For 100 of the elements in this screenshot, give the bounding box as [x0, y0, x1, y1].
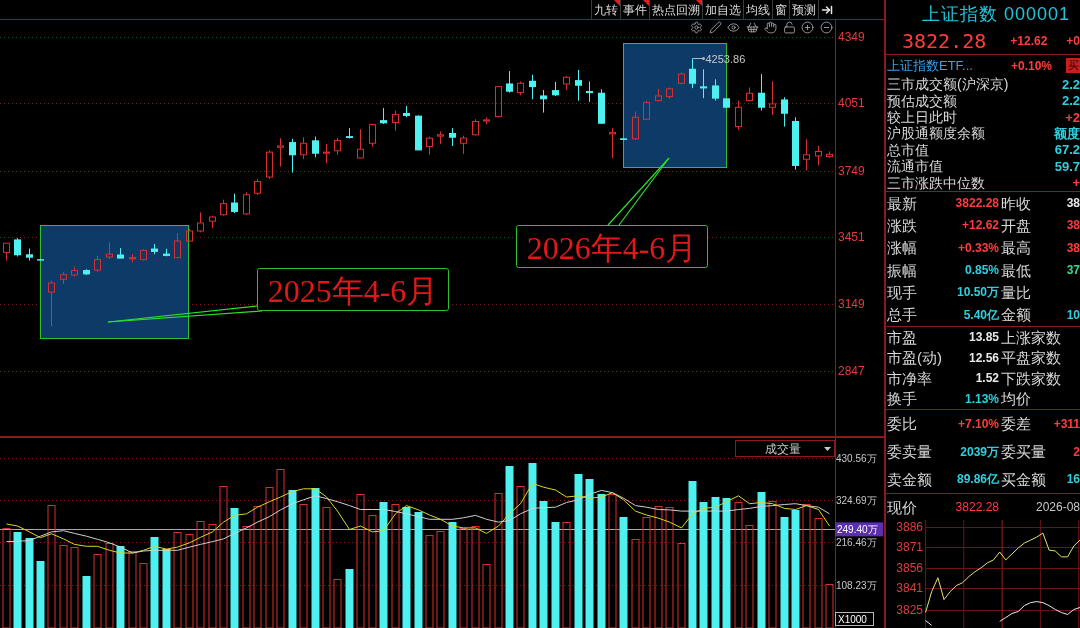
price-axis-label: 4051 [838, 96, 865, 111]
change-percent: +0 [1066, 34, 1080, 47]
candlestick [495, 85, 502, 118]
leader-line [607, 157, 670, 226]
quote-value: +12.62 [961, 219, 999, 232]
quote-value: 3822.28 [955, 197, 999, 210]
price-axis-label: 4349 [838, 30, 865, 45]
candlestick [403, 105, 410, 118]
candlestick [643, 100, 650, 121]
indicator-dropdown[interactable]: 成交量 [735, 440, 835, 457]
toolbar-button[interactable]: 均线 [743, 0, 772, 19]
minus-circle-icon[interactable] [819, 21, 833, 34]
quote-label: 市净率 [887, 370, 932, 386]
gear-icon[interactable] [690, 21, 703, 34]
candlestick [323, 143, 330, 164]
candlestick [700, 68, 707, 99]
stat-label: 流通市值 [887, 159, 943, 174]
quote-value: 38 [1066, 197, 1080, 210]
candlestick [678, 72, 685, 85]
stat-label: 三市成交额(沪深京) [887, 77, 1009, 92]
candlestick [197, 211, 204, 233]
candlestick [815, 145, 822, 166]
toolbar-button[interactable]: 九转 [591, 0, 620, 19]
candlestick [506, 70, 513, 94]
quote-value: 2039万 [960, 445, 999, 458]
annotation-label: 2025年4-6月 [257, 268, 449, 311]
candlestick [289, 138, 296, 174]
quote-label: 现价 [887, 499, 917, 515]
quote-label: 总手 [887, 307, 917, 323]
toolbar-button[interactable]: 预测 [789, 0, 818, 19]
quote-label: 涨跌 [887, 218, 917, 233]
basket-icon[interactable] [745, 21, 759, 34]
annotation: 2025年4-6月 [267, 272, 439, 309]
candlestick [552, 81, 559, 97]
quote-label: 市盈(动) [887, 350, 942, 366]
hand-icon[interactable] [764, 21, 777, 34]
quote-value: 12.56 [968, 351, 999, 364]
quote-value: 10.50万 [956, 286, 999, 299]
candlestick [826, 150, 833, 159]
quote-value: 38 [1066, 241, 1080, 254]
candlestick [598, 88, 605, 125]
caret-icon [824, 446, 831, 451]
price-axis-label: 3149 [838, 296, 865, 311]
toolbar-button[interactable]: 热点回溯 [649, 0, 702, 19]
candlestick [803, 138, 810, 171]
toolbar-button[interactable]: 事件 [620, 0, 649, 19]
quote-value: 16 [1066, 473, 1080, 486]
chart-date: 2026-08 [1035, 501, 1080, 513]
plus-circle-icon[interactable] [801, 21, 814, 34]
quote-value: 37 [1066, 264, 1080, 277]
quote-value: 0.85% [964, 264, 999, 277]
candlestick [563, 75, 570, 91]
volume-axis-label: 108.23万 [836, 579, 877, 591]
candlestick [769, 81, 776, 116]
candlestick [666, 87, 673, 100]
arrow-to-line-icon[interactable] [821, 3, 833, 16]
stat-label: 三市涨跌中位数 [887, 175, 985, 190]
candlestick [117, 247, 124, 259]
volume-axis-label: 324.69万 [836, 494, 877, 506]
candlestick [254, 178, 261, 196]
price-axis-label: 3825 [896, 603, 923, 618]
candlestick [380, 107, 387, 125]
quote-label: 市盈 [887, 329, 917, 345]
candlestick [60, 271, 67, 285]
toolbar-button[interactable]: 加自选 [702, 0, 743, 19]
candlestick [437, 130, 444, 145]
candlestick [620, 138, 627, 141]
candlestick [26, 248, 33, 262]
candlestick [586, 81, 593, 103]
candlestick [735, 100, 742, 131]
candlestick [746, 87, 753, 102]
candlestick [209, 215, 216, 229]
quote-label: 委卖量 [887, 444, 932, 459]
pen-icon[interactable] [708, 21, 722, 34]
candlestick [483, 116, 490, 125]
etf-change: +0.10% [1011, 59, 1053, 72]
quote-label: 下跌家数 [1001, 370, 1061, 386]
candlestick [792, 116, 799, 171]
toolbar-button[interactable]: 窗 [772, 0, 789, 19]
eye-icon[interactable] [727, 21, 740, 34]
quote-label: 开盘 [1001, 218, 1031, 233]
price-axis-label: 3856 [896, 560, 923, 575]
candlestick [129, 253, 136, 263]
candlestick [460, 135, 467, 155]
stat-value: 67.2 [1054, 143, 1080, 157]
etf-name: 上证指数ETF... [887, 59, 974, 72]
candlestick [689, 57, 696, 89]
candlestick [106, 241, 113, 260]
candlestick [723, 98, 730, 108]
candlestick [312, 136, 319, 158]
candlestick [609, 127, 616, 159]
candlestick [357, 128, 364, 159]
stat-value: 59.7 [1054, 159, 1080, 173]
candlestick [472, 118, 479, 136]
padlock-icon[interactable] [782, 21, 796, 34]
annotation-label: 2026年4-6月 [516, 225, 708, 268]
quote-value: 10 [1066, 308, 1080, 321]
quote-label: 涨幅 [887, 240, 917, 256]
quote-value: +0.33% [957, 241, 999, 254]
quote-label: 振幅 [887, 262, 917, 278]
